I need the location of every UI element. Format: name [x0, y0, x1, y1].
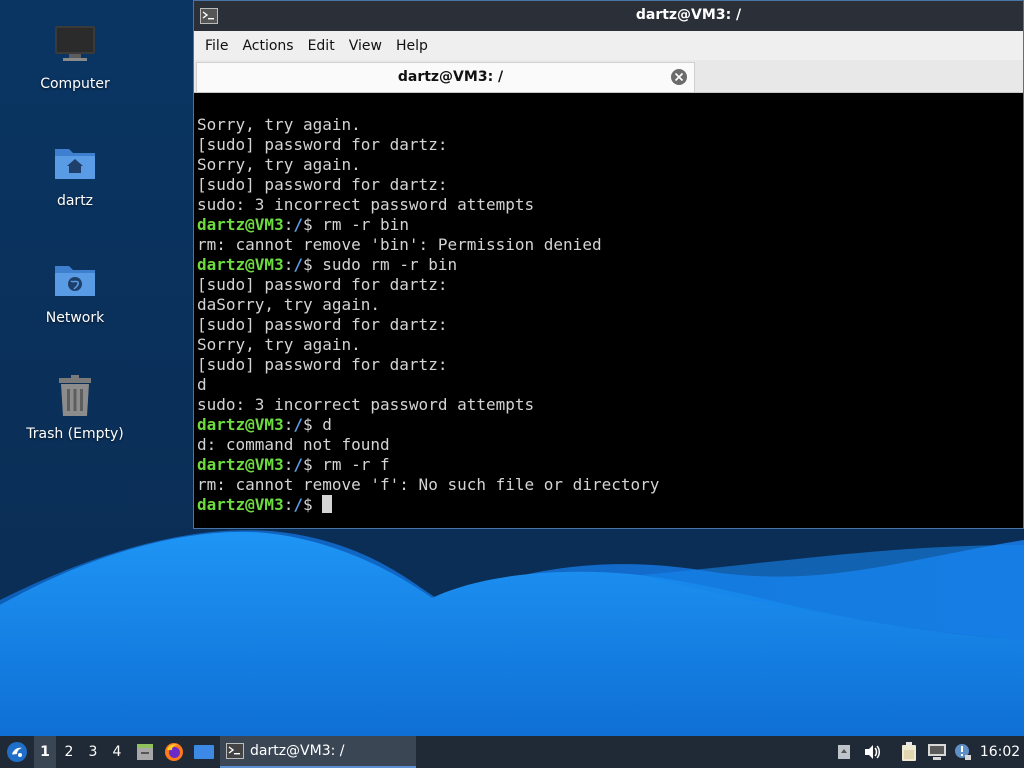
tray-network[interactable]	[926, 736, 948, 768]
terminal-output-line: rm: cannot remove 'bin': Permission deni…	[197, 235, 602, 254]
prompt-user: dartz@VM3	[197, 255, 284, 274]
desktop-icon-trash[interactable]: Trash (Empty)	[10, 372, 140, 442]
prompt-symbol: $	[302, 495, 323, 514]
tray-updates[interactable]	[952, 736, 974, 768]
terminal-command-line: dartz@VM3:/$ sudo rm -r bin	[197, 255, 1023, 275]
menu-bar: File Actions Edit View Help	[194, 31, 1023, 60]
terminal-output-line: d: command not found	[197, 435, 390, 454]
menu-view[interactable]: View	[342, 38, 389, 54]
terminal-tab[interactable]: dartz@VM3: /	[196, 62, 695, 92]
workspace-1[interactable]: 1	[34, 736, 56, 768]
window-titlebar[interactable]: dartz@VM3: /	[194, 1, 1023, 31]
terminal-command-line: dartz@VM3:/$ rm -r f	[197, 455, 1023, 475]
terminal-icon	[226, 743, 244, 759]
terminal-window[interactable]: dartz@VM3: / File Actions Edit View Help…	[193, 0, 1024, 529]
prompt-user: dartz@VM3	[197, 455, 284, 474]
update-notifier-icon	[955, 744, 971, 760]
clock[interactable]: 16:02	[980, 736, 1020, 768]
terminal-cursor	[322, 495, 333, 513]
taskbar-window-button[interactable]: dartz@VM3: /	[220, 736, 416, 768]
prompt-symbol: $	[302, 215, 323, 234]
terminal-output-line: [sudo] password for dartz:	[197, 175, 448, 194]
prompt-user: dartz@VM3	[197, 495, 284, 514]
firefox-launcher[interactable]	[161, 736, 187, 768]
terminal-output-line: Sorry, try again.	[197, 115, 361, 134]
desktop-icon-home[interactable]: dartz	[10, 139, 140, 209]
command-text: sudo rm -r bin	[322, 255, 458, 274]
command-text: rm -r f	[322, 455, 390, 474]
prompt-path: /	[293, 415, 303, 434]
menu-actions[interactable]: Actions	[235, 38, 300, 54]
terminal-output-line: rm: cannot remove 'f': No such file or d…	[197, 475, 660, 494]
terminal-command-line: dartz@VM3:/$ d	[197, 415, 1023, 435]
file-manager-icon	[137, 744, 153, 760]
tray-clipboard[interactable]	[834, 736, 854, 768]
terminal-output-line: sudo: 3 incorrect password attempts	[197, 195, 535, 214]
prompt-separator: :	[283, 415, 294, 434]
terminal-output-line: d	[197, 375, 207, 394]
command-text: rm -r bin	[322, 215, 409, 234]
taskbar-window-label: dartz@VM3: /	[250, 743, 345, 759]
battery-icon	[902, 742, 916, 761]
trash-icon	[59, 375, 91, 416]
show-desktop-icon	[194, 745, 214, 759]
menu-help[interactable]: Help	[389, 38, 435, 54]
prompt-user: dartz@VM3	[197, 415, 284, 434]
desktop-icon-label: Network	[45, 310, 105, 326]
volume-icon	[865, 745, 880, 759]
prompt-symbol: $	[302, 415, 323, 434]
desktop-icon-computer[interactable]: Computer	[10, 22, 140, 92]
prompt-symbol: $	[302, 255, 323, 274]
command-text: d	[322, 415, 332, 434]
terminal-output-line: [sudo] password for dartz:	[197, 355, 448, 374]
prompt-symbol: $	[302, 455, 323, 474]
prompt-path: /	[293, 495, 303, 514]
terminal-output-line: sudo: 3 incorrect password attempts	[197, 395, 535, 414]
close-icon[interactable]	[670, 68, 688, 86]
prompt-path: /	[293, 215, 303, 234]
workspace-3[interactable]: 3	[82, 736, 104, 768]
terminal-output-line: [sudo] password for dartz:	[197, 275, 448, 294]
firefox-icon	[165, 743, 183, 761]
terminal-output-line: [sudo] password for dartz:	[197, 315, 448, 334]
home-folder-icon	[55, 149, 95, 179]
workspace-4[interactable]: 4	[106, 736, 128, 768]
terminal-output[interactable]: Sorry, try again. [sudo] password for dar…	[197, 94, 1023, 528]
desktop-icon-network[interactable]: Network	[10, 256, 140, 326]
prompt-separator: :	[283, 215, 294, 234]
prompt-path: /	[293, 455, 303, 474]
prompt-separator: :	[283, 495, 294, 514]
prompt-separator: :	[283, 255, 294, 274]
menu-file[interactable]: File	[198, 38, 235, 54]
window-title: dartz@VM3: /	[635, 7, 742, 23]
tray-battery[interactable]	[898, 736, 920, 768]
start-menu-icon	[7, 742, 27, 762]
taskbar: 1 2 3 4 dartz@VM3: / 16:02	[0, 736, 1024, 768]
file-manager-launcher[interactable]	[132, 736, 158, 768]
terminal-output-line: daSorry, try again.	[197, 295, 381, 314]
menu-edit[interactable]: Edit	[301, 38, 342, 54]
prompt-path: /	[293, 255, 303, 274]
start-menu-button[interactable]	[2, 736, 32, 768]
prompt-separator: :	[283, 455, 294, 474]
show-desktop-button[interactable]	[190, 736, 218, 768]
computer-icon	[55, 26, 95, 61]
desktop-icon-label: Trash (Empty)	[26, 426, 124, 442]
terminal-output-line: Sorry, try again.	[197, 335, 361, 354]
terminal-command-line: dartz@VM3:/$	[197, 495, 1023, 515]
network-folder-icon	[55, 266, 95, 296]
tab-bar: dartz@VM3: /	[194, 60, 1023, 93]
terminal-output-line: [sudo] password for dartz:	[197, 135, 448, 154]
network-tray-icon	[928, 744, 946, 760]
clipboard-tray-icon	[838, 745, 850, 759]
desktop-icon-label: dartz	[56, 193, 94, 209]
terminal-output-line: Sorry, try again.	[197, 155, 361, 174]
prompt-user: dartz@VM3	[197, 215, 284, 234]
tray-volume[interactable]	[861, 736, 883, 768]
workspace-2[interactable]: 2	[58, 736, 80, 768]
tab-title: dartz@VM3: /	[397, 69, 504, 85]
desktop-icon-label: Computer	[40, 76, 110, 92]
terminal-command-line: dartz@VM3:/$ rm -r bin	[197, 215, 1023, 235]
